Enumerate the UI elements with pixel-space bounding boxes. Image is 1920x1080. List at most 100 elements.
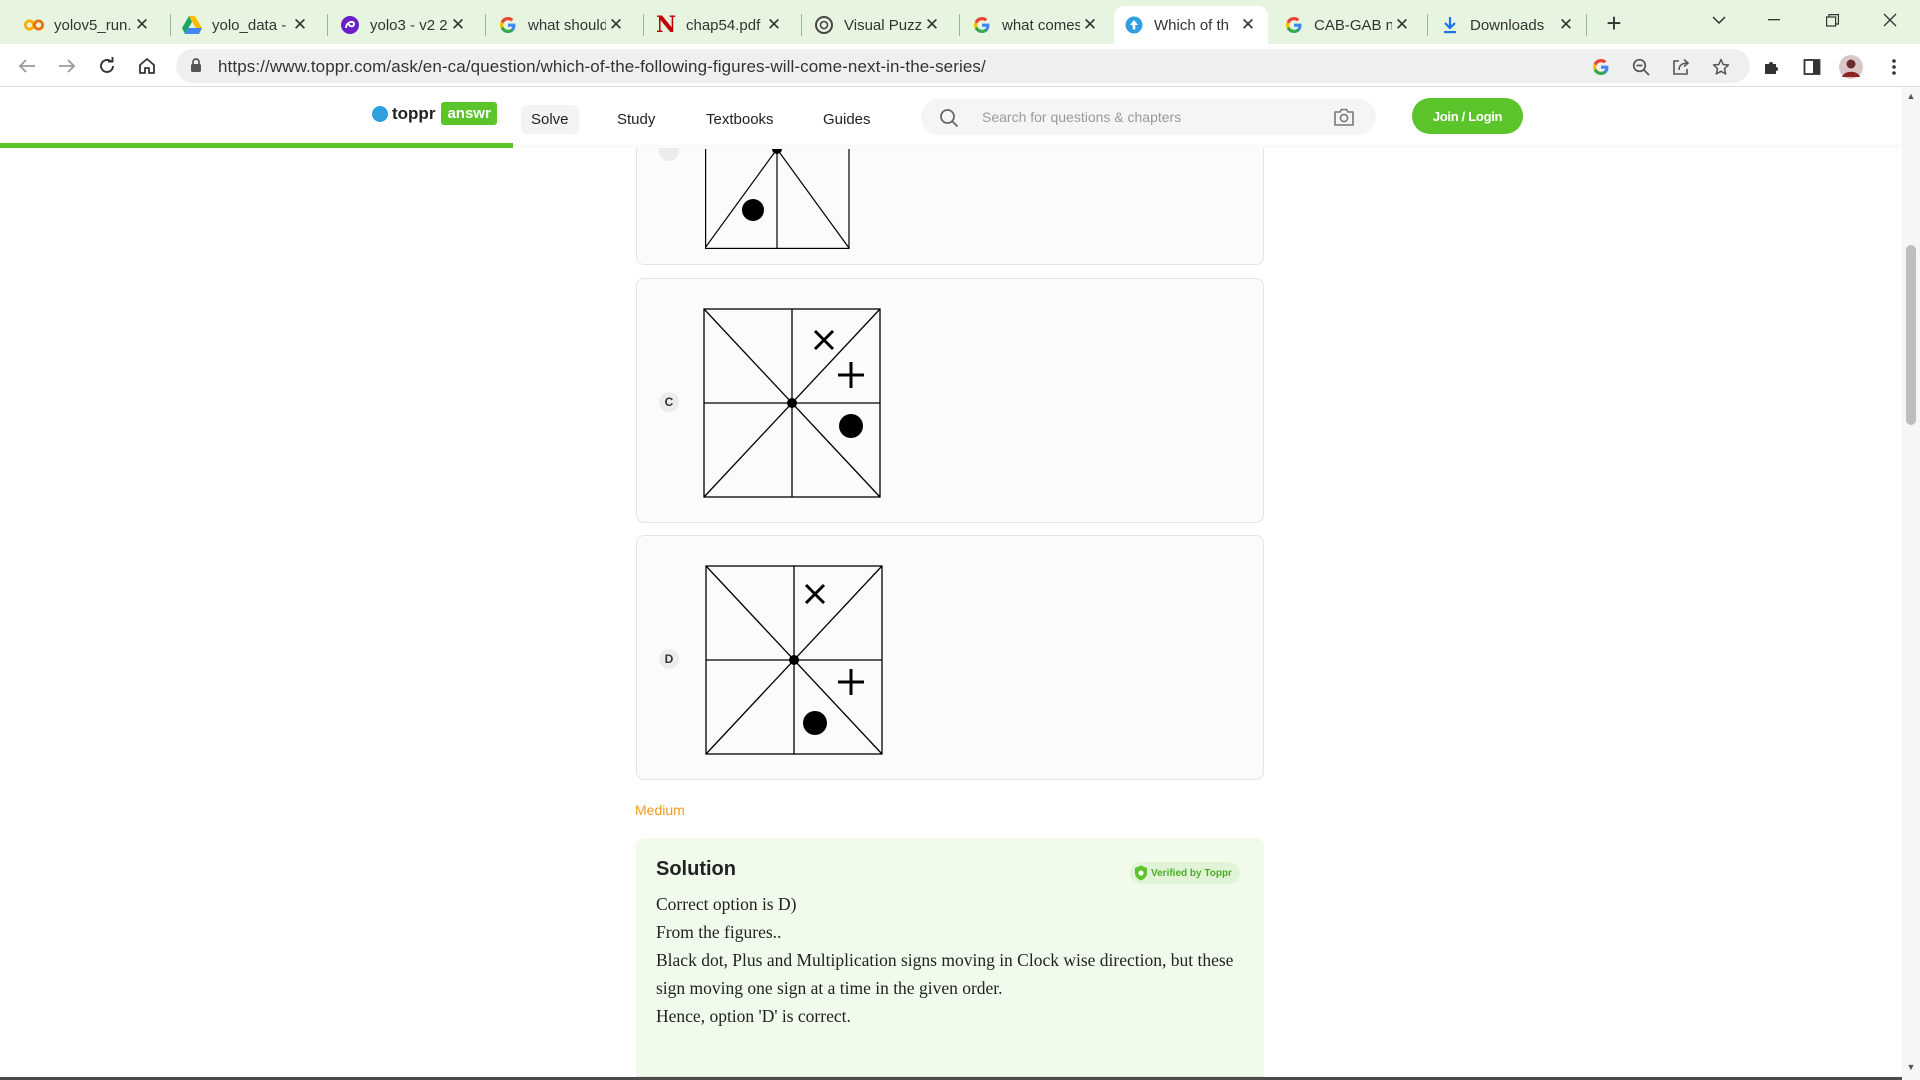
url-text[interactable]: https://www.toppr.com/ask/en-ca/question… (218, 57, 986, 77)
tab-title: yolo_data - (212, 16, 287, 34)
brand-name: toppr (392, 103, 436, 123)
browser-tab[interactable]: CAB-GAB n ✕ (1274, 6, 1422, 44)
option-letter-badge (659, 148, 679, 161)
openai-icon (814, 15, 834, 35)
tab-title: chap54.pdf (686, 16, 761, 34)
browser-tab-strip: yolov5_run.. ✕ yolo_data - ✕ yolo3 - v2 … (0, 0, 1920, 44)
roboflow-icon (340, 15, 360, 35)
google-drive-icon (182, 15, 202, 35)
close-icon[interactable]: ✕ (922, 15, 942, 35)
solution-panel: Solution Verified by Toppr Correct optio… (636, 838, 1264, 1080)
browser-tab[interactable]: Downloads ✕ (1430, 6, 1586, 44)
lock-icon[interactable] (190, 58, 202, 78)
tab-title: what should (528, 16, 606, 34)
home-icon[interactable] (131, 50, 163, 82)
option-card-c[interactable]: C (636, 278, 1264, 523)
scroll-up-arrow-icon[interactable]: ▲ (1906, 91, 1916, 101)
page-scrollbar[interactable]: ▲ ▼ (1902, 87, 1920, 1080)
verified-text: Verified by Toppr (1151, 867, 1232, 879)
close-icon[interactable]: ✕ (1238, 15, 1258, 35)
window-close-icon[interactable] (1867, 0, 1913, 40)
browser-tab-active[interactable]: Which of th ✕ (1114, 6, 1268, 44)
tab-divider (801, 14, 802, 36)
option-card-b[interactable] (636, 148, 1264, 265)
close-icon[interactable]: ✕ (290, 15, 310, 35)
restore-icon[interactable] (1809, 0, 1855, 40)
solution-line: From the figures.. (656, 922, 782, 942)
camera-icon[interactable] (1333, 107, 1355, 132)
nav-textbooks[interactable]: Textbooks (696, 105, 784, 134)
search-bar[interactable]: Search for questions & chapters (921, 99, 1376, 135)
browser-tab[interactable]: yolo_data - ✕ (172, 6, 320, 44)
scrollbar-thumb[interactable] (1906, 245, 1916, 425)
browser-tab[interactable]: N chap54.pdf ✕ (646, 6, 794, 44)
toppr-logo[interactable]: toppr answr (372, 102, 497, 125)
nav-study[interactable]: Study (607, 105, 665, 134)
close-icon[interactable]: ✕ (764, 15, 784, 35)
download-icon (1440, 15, 1460, 35)
nav-solve[interactable]: Solve (521, 105, 579, 134)
tab-divider (643, 14, 644, 36)
solution-line: Hence, option 'D' is correct. (656, 1006, 851, 1026)
browser-tab[interactable]: what should ✕ (488, 6, 636, 44)
reload-icon[interactable] (91, 50, 123, 82)
close-icon[interactable]: ✕ (1556, 15, 1576, 35)
browser-tab[interactable]: what comes ✕ (962, 6, 1110, 44)
search-placeholder[interactable]: Search for questions & chapters (982, 109, 1181, 125)
back-arrow-icon[interactable] (11, 50, 43, 82)
browser-tab[interactable]: Visual Puzzl ✕ (804, 6, 952, 44)
toppr-icon (1124, 15, 1144, 35)
more-vert-icon[interactable] (1881, 54, 1907, 80)
option-b-figure (705, 149, 850, 249)
browser-tab[interactable]: yolov5_run.. ✕ (14, 6, 162, 44)
option-card-d[interactable]: D (636, 535, 1264, 780)
join-login-button[interactable]: Join / Login (1412, 98, 1523, 134)
google-lens-icon[interactable] (1590, 56, 1612, 78)
close-icon[interactable]: ✕ (448, 15, 468, 35)
close-icon[interactable]: ✕ (1392, 15, 1412, 35)
google-icon (1284, 15, 1304, 35)
bookmark-star-icon[interactable] (1710, 56, 1732, 78)
minimize-icon[interactable] (1751, 0, 1797, 40)
netflix-n-icon: N (655, 12, 677, 38)
address-bar[interactable]: https://www.toppr.com/ask/en-ca/question… (176, 49, 1750, 83)
new-tab-plus-icon[interactable]: + (1599, 8, 1629, 38)
tab-title: Visual Puzzl (844, 16, 922, 34)
tab-divider (1586, 14, 1587, 36)
page-content: C D Medium Solution Verified by Toppr Co… (0, 148, 1902, 1080)
avatar[interactable] (1838, 54, 1864, 80)
close-icon[interactable]: ✕ (1080, 15, 1100, 35)
option-letter-badge: D (659, 649, 679, 669)
close-icon[interactable]: ✕ (132, 15, 152, 35)
tab-divider (1427, 14, 1428, 36)
tab-divider (170, 14, 171, 36)
google-icon (972, 15, 992, 35)
verified-badge: Verified by Toppr (1130, 862, 1240, 884)
forward-arrow-icon[interactable] (51, 50, 83, 82)
nav-guides[interactable]: Guides (813, 105, 881, 134)
tab-title: Which of th (1154, 16, 1230, 34)
zoom-out-icon[interactable] (1630, 56, 1652, 78)
extensions-puzzle-icon[interactable] (1759, 54, 1785, 80)
tab-title: Downloads (1470, 16, 1545, 34)
solution-body: Correct option is D) From the figures.. … (656, 890, 1246, 1030)
toppr-logo-icon (372, 105, 388, 122)
tab-divider (485, 14, 486, 36)
browser-toolbar: https://www.toppr.com/ask/en-ca/question… (0, 44, 1920, 87)
tab-search-chevron-icon[interactable] (1696, 0, 1742, 40)
solution-title: Solution (656, 858, 736, 880)
browser-tab[interactable]: yolo3 - v2 2 ✕ (330, 6, 478, 44)
close-icon[interactable]: ✕ (606, 15, 626, 35)
tab-title: what comes (1002, 16, 1080, 34)
share-icon[interactable] (1670, 56, 1692, 78)
option-c-figure (703, 308, 881, 498)
tab-title: yolov5_run.. (54, 16, 132, 34)
site-header: toppr answr Solve Study Textbooks Guides… (0, 87, 1902, 145)
difficulty-label: Medium (635, 802, 685, 818)
google-icon (498, 15, 518, 35)
option-d-figure (705, 565, 883, 755)
scroll-down-arrow-icon[interactable]: ▼ (1906, 1062, 1916, 1072)
search-icon (939, 108, 959, 133)
side-panel-icon[interactable] (1799, 54, 1825, 80)
tab-divider (959, 14, 960, 36)
